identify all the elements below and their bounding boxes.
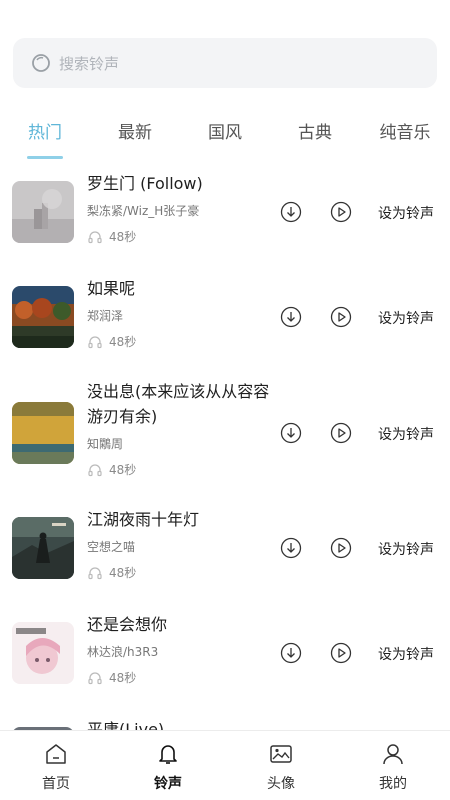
set-ringtone-button[interactable]: 设为铃声 xyxy=(378,539,434,559)
play-icon[interactable] xyxy=(330,201,352,223)
song-duration: 48秒 xyxy=(109,230,137,244)
song-duration: 48秒 xyxy=(109,566,137,580)
nav-avatar-label: 头像 xyxy=(267,776,295,792)
song-title: 江湖夜雨十年灯 xyxy=(87,510,200,529)
autumn-forest-cover xyxy=(12,286,74,348)
play-icon[interactable] xyxy=(330,537,352,559)
anime-girl-cover xyxy=(12,622,74,684)
set-ringtone-button[interactable]: 设为铃声 xyxy=(378,203,434,223)
headphones-icon xyxy=(87,565,103,581)
song-duration: 48秒 xyxy=(109,335,137,349)
headphones-icon xyxy=(87,334,103,350)
play-icon[interactable] xyxy=(330,422,352,444)
ringtone-list[interactable]: 罗生门 (Follow) 梨冻紧/Wiz_H张子豪 48秒 设为铃声 如果呢 郑… xyxy=(0,165,450,730)
set-ringtone-button[interactable]: 设为铃声 xyxy=(378,424,434,444)
category-tabs: 热门 最新 国风 古典 纯音乐 xyxy=(0,112,450,162)
nav-avatar[interactable]: 头像 xyxy=(251,741,311,793)
song-artist: 知鷴周 xyxy=(87,437,124,451)
nav-mine[interactable]: 我的 xyxy=(363,741,423,793)
song-title: 没出息(本来应该从从容容游刃有余) xyxy=(87,382,270,426)
play-icon[interactable] xyxy=(330,642,352,664)
song-artist: 林达浪/h3R3 xyxy=(87,645,159,659)
bell-icon xyxy=(155,741,181,767)
song-title: 平庸(Live) xyxy=(87,720,165,730)
tab-latest[interactable]: 最新 xyxy=(118,118,152,143)
song-title: 罗生门 (Follow) xyxy=(87,174,203,193)
download-icon[interactable] xyxy=(280,422,302,444)
nav-mine-label: 我的 xyxy=(379,776,407,792)
nav-ringtone-label: 铃声 xyxy=(154,776,182,792)
download-icon[interactable] xyxy=(280,201,302,223)
golden-field-cover xyxy=(12,402,74,464)
misty-city-cover xyxy=(12,181,74,243)
song-title: 如果呢 xyxy=(87,279,136,298)
set-ringtone-button[interactable]: 设为铃声 xyxy=(378,644,434,664)
song-artist: 空想之喵 xyxy=(87,540,136,554)
headphones-icon xyxy=(87,670,103,686)
home-icon xyxy=(43,741,69,767)
ink-warrior-cover xyxy=(12,517,74,579)
tab-hot[interactable]: 热门 xyxy=(28,118,62,143)
nav-home-label: 首页 xyxy=(42,776,70,792)
nav-home[interactable]: 首页 xyxy=(26,741,86,793)
song-duration: 48秒 xyxy=(109,671,137,685)
search-placeholder: 搜索铃声 xyxy=(59,54,120,73)
headphones-icon xyxy=(87,229,103,245)
user-icon xyxy=(380,741,406,767)
active-tab-indicator xyxy=(27,156,63,159)
play-icon[interactable] xyxy=(330,306,352,328)
headphones-icon xyxy=(87,462,103,478)
download-icon[interactable] xyxy=(280,537,302,559)
song-duration: 48秒 xyxy=(109,463,137,477)
tab-guofeng[interactable]: 国风 xyxy=(208,118,242,143)
song-artist: 郑润泽 xyxy=(87,309,124,323)
image-icon xyxy=(268,741,294,767)
download-icon[interactable] xyxy=(280,642,302,664)
bottom-nav: 首页 铃声 头像 我的 xyxy=(0,730,450,800)
song-title: 还是会想你 xyxy=(87,615,168,634)
search-icon xyxy=(31,52,53,74)
song-artist: 梨冻紧/Wiz_H张子豪 xyxy=(87,204,200,218)
search-bar[interactable]: 搜索铃声 xyxy=(13,38,437,88)
set-ringtone-button[interactable]: 设为铃声 xyxy=(378,308,434,328)
tab-classical[interactable]: 古典 xyxy=(298,118,332,143)
nav-ringtone[interactable]: 铃声 xyxy=(138,741,198,793)
download-icon[interactable] xyxy=(280,306,302,328)
tab-pure-music[interactable]: 纯音乐 xyxy=(380,118,431,143)
